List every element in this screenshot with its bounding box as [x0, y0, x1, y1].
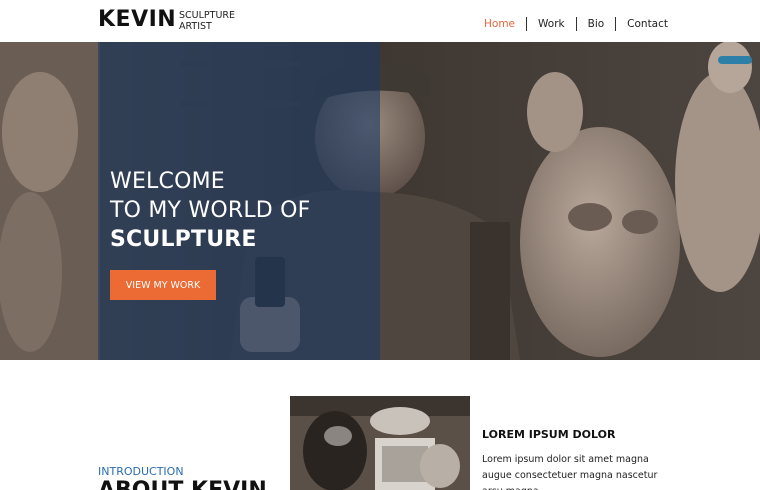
- logo-tagline: SCULPTURE ARTIST: [179, 10, 235, 32]
- intro-kicker: INTRODUCTION: [98, 465, 184, 478]
- hero-line-world: TO MY WORLD OF: [110, 198, 311, 223]
- intro-sculptures-photo: [290, 396, 470, 490]
- site-header: KEVIN SCULPTURE ARTIST Home Work Bio Con…: [0, 0, 760, 42]
- view-my-work-button[interactable]: VIEW MY WORK: [110, 270, 216, 300]
- logo-tagline-line-1: SCULPTURE: [179, 10, 235, 21]
- logo-name[interactable]: KEVIN: [98, 7, 176, 32]
- nav-work[interactable]: Work: [526, 17, 576, 31]
- intro-body-text: Lorem ipsum dolor sit amet magna augue c…: [482, 454, 658, 490]
- nav-contact[interactable]: Contact: [615, 17, 679, 31]
- hero-line-welcome: WELCOME: [110, 169, 225, 194]
- main-nav: Home Work Bio Contact: [470, 16, 679, 32]
- hero-line-sculpture: SCULPTURE: [110, 227, 257, 252]
- hero-section: WELCOME TO MY WORLD OF SCULPTURE VIEW MY…: [0, 42, 760, 360]
- hero-heading: WELCOME TO MY WORLD OF SCULPTURE: [110, 167, 310, 254]
- nav-home[interactable]: Home: [470, 17, 526, 31]
- logo-tagline-line-2: ARTIST: [179, 20, 212, 32]
- intro-title: ABOUT KEVIN: [98, 478, 267, 490]
- intro-subheading: LOREM IPSUM DOLOR: [482, 428, 616, 441]
- nav-bio[interactable]: Bio: [575, 17, 616, 31]
